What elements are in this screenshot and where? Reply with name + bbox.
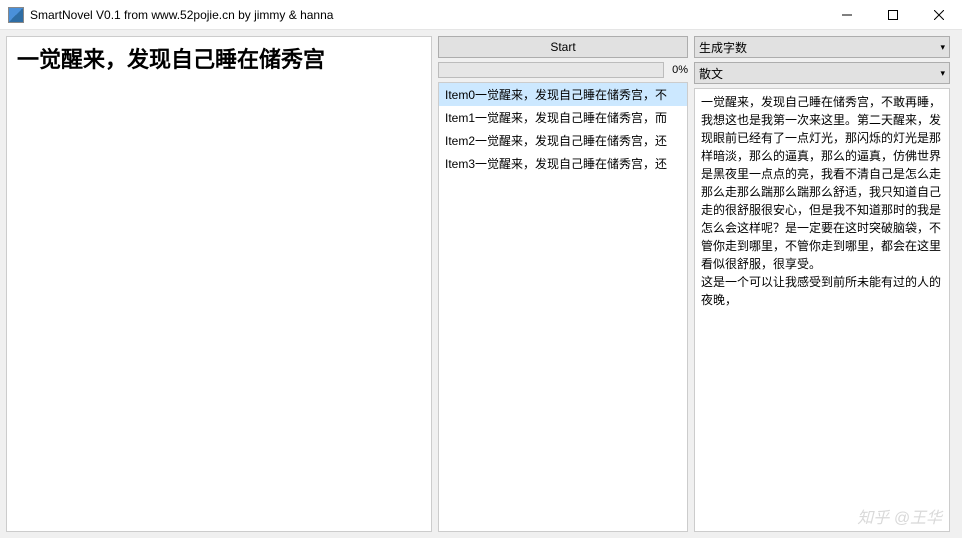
list-item[interactable]: Item0一觉醒来，发现自己睡在储秀宫，不	[439, 83, 687, 106]
style-dropdown[interactable]: 散文 ▾	[694, 62, 950, 84]
output-textarea[interactable]: 一觉醒来，发现自己睡在储秀宫，不敢再睡，我想这也是我第一次来这里。第二天醒来，发…	[694, 88, 950, 532]
progress-percent: 0%	[668, 64, 688, 76]
progress-bar	[438, 62, 664, 78]
start-button[interactable]: Start	[438, 36, 688, 58]
dropdown-label: 散文	[699, 65, 723, 82]
list-item[interactable]: Item1一觉醒来，发现自己睡在储秀宫，而	[439, 106, 687, 129]
list-item[interactable]: Item2一觉醒来，发现自己睡在储秀宫，还	[439, 129, 687, 152]
window-title: SmartNovel V0.1 from www.52pojie.cn by j…	[30, 8, 824, 22]
minimize-button[interactable]	[824, 0, 870, 30]
chevron-down-icon: ▾	[940, 68, 945, 79]
app-icon	[8, 7, 24, 23]
dropdown-label: 生成字数	[699, 39, 747, 56]
word-count-dropdown[interactable]: 生成字数 ▾	[694, 36, 950, 58]
input-textarea[interactable]: 一觉醒来，发现自己睡在储秀宫	[6, 36, 432, 532]
chevron-down-icon: ▾	[940, 42, 945, 53]
maximize-button[interactable]	[870, 0, 916, 30]
list-item[interactable]: Item3一觉醒来，发现自己睡在储秀宫，还	[439, 152, 687, 175]
close-button[interactable]	[916, 0, 962, 30]
item-list[interactable]: Item0一觉醒来，发现自己睡在储秀宫，不 Item1一觉醒来，发现自己睡在储秀…	[438, 82, 688, 532]
titlebar: SmartNovel V0.1 from www.52pojie.cn by j…	[0, 0, 962, 30]
